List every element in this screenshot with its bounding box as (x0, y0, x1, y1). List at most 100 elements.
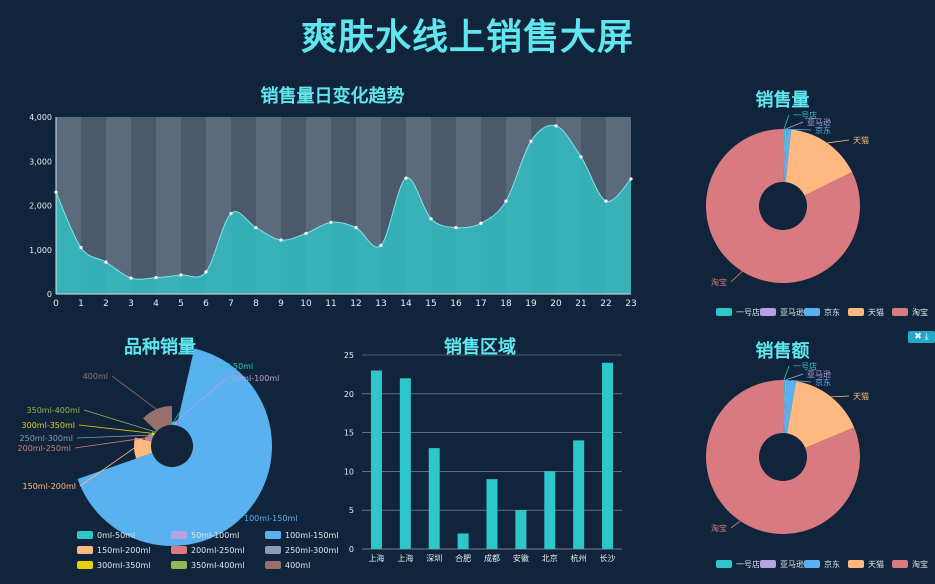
legend-swatch (265, 561, 281, 569)
rose-slice-9 (143, 406, 172, 432)
rose-slice-label: 350ml-400ml (27, 406, 80, 415)
daily-x-tick-label: 18 (500, 299, 512, 309)
region-bar (370, 370, 382, 549)
legend-label: 天猫 (868, 559, 884, 569)
daily-x-tick-label: 8 (253, 299, 259, 309)
daily-x-tick-label: 20 (550, 299, 562, 309)
rose-slice-label-leader (111, 375, 157, 410)
daily-x-tick-label: 14 (400, 299, 412, 309)
pie-slice-label: 京东 (815, 377, 831, 387)
pie-slice-label: 淘宝 (711, 523, 727, 533)
daily-x-tick-label: 7 (228, 299, 234, 309)
pie-slice-label: 天猫 (853, 391, 869, 401)
daily-data-point (329, 220, 333, 224)
daily-data-point (354, 226, 358, 230)
legend-swatch (892, 308, 908, 316)
daily-data-point (229, 211, 233, 216)
region-y-tick-label: 0 (349, 545, 354, 554)
legend-label: 200ml-250ml (191, 546, 244, 555)
legend-label: 天猫 (868, 307, 884, 317)
daily-x-tick-label: 11 (325, 299, 336, 309)
region-x-tick-label: 深圳 (426, 553, 442, 563)
pie-slice-label: 天猫 (853, 135, 869, 145)
daily-x-tick-label: 10 (300, 299, 312, 309)
rose-slice-1 (172, 422, 175, 426)
legend-label: 京东 (824, 559, 840, 569)
daily-x-tick-label: 13 (375, 299, 386, 309)
variety-pie-chart: 0ml-50ml 50ml-100ml 100ml-150ml 150ml-200ml… (18, 348, 338, 570)
rose-slice-label-leader (78, 424, 152, 434)
legend-swatch (804, 560, 820, 568)
pie-slice-label: 京东 (815, 125, 831, 135)
volume-pie-chart: 一号店亚马逊京东天猫淘宝一号店 亚马逊 京东 天猫 淘宝 (705, 110, 928, 317)
daily-data-point (504, 199, 508, 203)
pie-slice-label-leader (730, 271, 743, 283)
daily-x-tick-label: 22 (600, 299, 611, 309)
rose-slice-label: 50ml-100ml (231, 374, 279, 383)
daily-y-tick-label: 4,000 (29, 113, 52, 122)
pie-slice-label-leader (783, 114, 790, 130)
daily-x-tick-label: 1 (78, 299, 84, 309)
rose-slice-label-leader (83, 409, 156, 433)
daily-x-tick-label: 9 (278, 299, 284, 309)
daily-data-point (179, 273, 183, 277)
daily-x-tick-label: 23 (625, 299, 636, 309)
legend-label: 0ml-50ml (97, 531, 135, 540)
daily-data-point (79, 245, 83, 250)
region-bar (486, 479, 498, 549)
daily-y-tick-label: 3,000 (29, 157, 52, 166)
legend-swatch (848, 560, 864, 568)
region-x-tick-label: 合肥 (455, 553, 471, 563)
rose-slice-label: 100ml-150ml (244, 514, 297, 523)
daily-y-tick-label: 1,000 (29, 246, 52, 255)
rose-slice-label-leader (76, 434, 149, 439)
daily-data-point (579, 155, 583, 159)
daily-data-point (479, 221, 483, 225)
pie-slice-label-leader (783, 365, 790, 381)
legend-swatch (760, 308, 776, 316)
legend-swatch (804, 308, 820, 316)
legend-label: 100ml-150ml (285, 531, 338, 540)
daily-data-point (104, 260, 108, 264)
pie-slice-label-leader (827, 139, 850, 144)
legend-label: 一号店 (736, 307, 760, 317)
daily-x-tick-label: 0 (53, 299, 59, 309)
daily-data-point (529, 139, 533, 143)
legend-swatch (716, 308, 732, 316)
region-y-tick-label: 5 (349, 506, 354, 515)
region-bar (544, 471, 556, 549)
region-x-tick-label: 长沙 (600, 553, 616, 563)
daily-bg-band (131, 117, 156, 294)
legend-swatch (171, 546, 187, 554)
region-y-tick-label: 20 (344, 390, 354, 399)
chart-canvas: 0 1 2 3 4 5 6 7 8 9 10 11 12 13 14 15 16 17 18 19 20 21 22 2301… (18, 110, 928, 570)
daily-x-tick-label: 21 (575, 299, 586, 309)
pie-slice-label-leader (785, 121, 804, 130)
legend-label: 350ml-400ml (191, 561, 244, 570)
legend-swatch (892, 560, 908, 568)
legend-swatch (77, 546, 93, 554)
region-bar (457, 533, 469, 549)
legend-label: 150ml-200ml (97, 546, 150, 555)
region-y-tick-label: 25 (344, 351, 354, 360)
daily-data-point (204, 270, 208, 274)
legend-swatch (716, 560, 732, 568)
legend-label: 400ml (285, 561, 310, 570)
rose-slice-label: 0ml-50ml (215, 362, 253, 371)
rose-slice-label: 250ml-300ml (20, 434, 73, 443)
daily-x-tick-label: 6 (203, 299, 209, 309)
daily-x-tick-label: 16 (450, 299, 462, 309)
region-bar (602, 362, 614, 549)
rose-slice-label: 300ml-350ml (22, 421, 75, 430)
daily-data-point (304, 231, 308, 235)
region-x-tick-label: 成都 (484, 553, 500, 563)
region-bar (428, 448, 440, 549)
daily-x-tick-label: 5 (178, 299, 184, 309)
daily-x-tick-label: 19 (525, 299, 537, 309)
region-bar-chart: 0 5 10 15 20 25 上海 上海 深圳 合肥 成都 安徽 北京 杭州 长沙 (344, 351, 622, 563)
region-y-tick-label: 10 (344, 467, 354, 476)
daily-x-tick-label: 17 (475, 299, 486, 309)
region-bar (399, 378, 411, 549)
daily-data-point (404, 176, 408, 180)
amount-pie-chart: 一号店亚马逊京东天猫淘宝一号店 亚马逊 京东 天猫 淘宝 (705, 361, 928, 569)
